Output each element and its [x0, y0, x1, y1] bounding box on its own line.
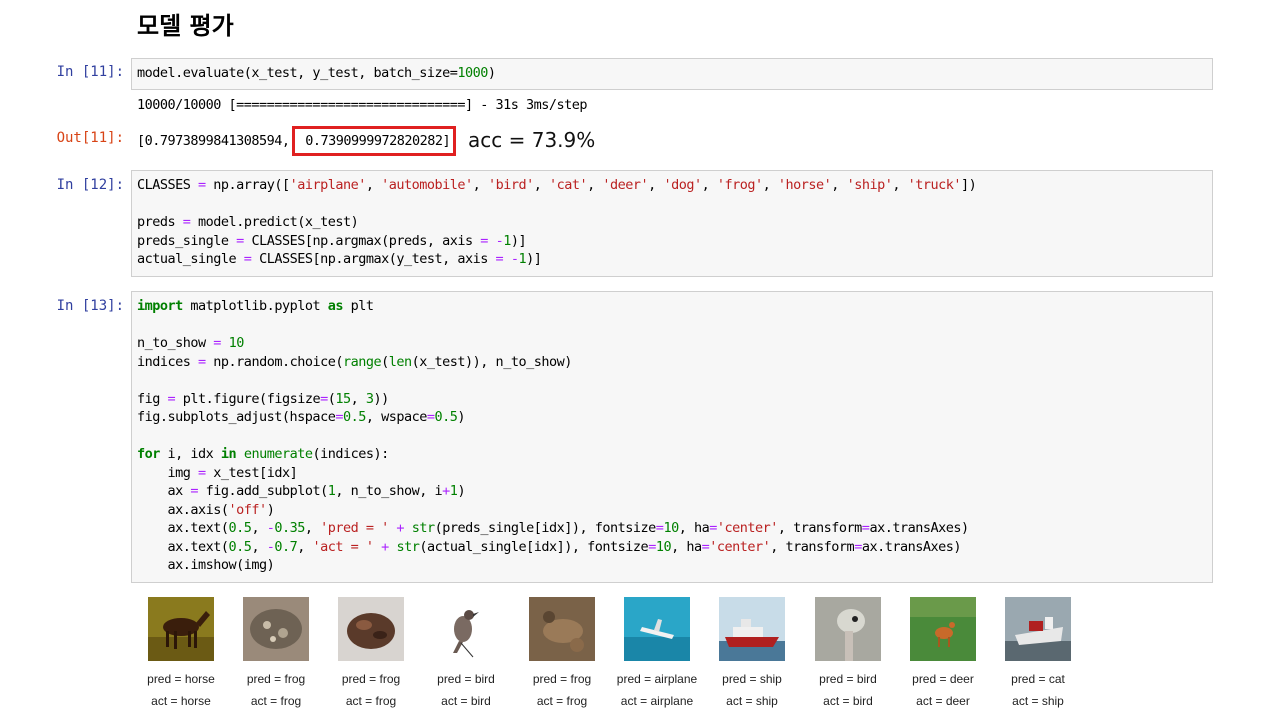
- cell-11-result: [0.7973899841308594, 0.7390999972820282]: [137, 126, 457, 156]
- thumbnail-7-act-label: act = ship: [726, 694, 778, 708]
- thumbnail-5-pred-label: pred = frog: [532, 672, 592, 686]
- cell-11-in-prompt: In [11]:: [56, 64, 124, 80]
- thumbnail-1-pred-label: pred = horse: [147, 672, 215, 686]
- thumbnail-8-pred-label: pred = bird: [819, 672, 877, 686]
- thumbnail-10-pred-label: pred = cat: [1011, 672, 1065, 686]
- thumbnail-2-pred-label: pred = frog: [246, 672, 306, 686]
- thumbnail-9-pred-label: pred = deer: [912, 672, 974, 686]
- thumbnail-3-pred-label: pred = frog: [341, 672, 401, 686]
- accuracy-highlight-box: 0.7390999972820282]: [291, 126, 457, 156]
- thumbnail-7-image: [719, 597, 785, 661]
- thumbnail-5-act-label: act = frog: [536, 694, 588, 708]
- code-cell-11-source: model.evaluate(x_test, y_test, batch_siz…: [137, 65, 496, 81]
- thumbnail-4-act-label: act = bird: [441, 694, 491, 708]
- cell-12-in-prompt: In [12]:: [56, 177, 124, 193]
- section-heading: 모델 평가: [137, 12, 234, 40]
- cell-13-in-prompt: In [13]:: [56, 298, 124, 314]
- cell-11-stream-output: 10000/10000 [===========================…: [137, 97, 588, 113]
- thumbnail-2-act-label: act = frog: [250, 694, 302, 708]
- code-cell-13-source: import matplotlib.pyplot as plt n_to_sho…: [137, 298, 969, 573]
- thumbnail-4-image: [433, 597, 499, 661]
- thumbnail-3-act-label: act = frog: [345, 694, 397, 708]
- accuracy-annotation: acc = 73.9%: [468, 128, 596, 152]
- code-cell-13[interactable]: import matplotlib.pyplot as plt n_to_sho…: [131, 291, 1213, 583]
- thumbnail-5-image: [529, 597, 595, 661]
- thumbnail-6-pred-label: pred = airplane: [616, 672, 698, 686]
- thumbnail-10-act-label: act = ship: [1012, 694, 1064, 708]
- thumbnail-7-pred-label: pred = ship: [722, 672, 782, 686]
- thumbnail-6-image: [624, 597, 690, 661]
- thumbnail-4-pred-label: pred = bird: [437, 672, 495, 686]
- thumbnail-9-image: [910, 597, 976, 661]
- thumbnail-3-image: [338, 597, 404, 661]
- cell-11-out-prompt: Out[11]:: [56, 130, 124, 146]
- thumbnail-8-act-label: act = bird: [823, 694, 873, 708]
- thumbnail-1-image: [148, 597, 214, 661]
- thumbnail-10-image: [1005, 597, 1071, 661]
- code-cell-12-source: CLASSES = np.array(['airplane', 'automob…: [137, 177, 977, 267]
- loss-value: [0.7973899841308594,: [137, 133, 290, 149]
- code-cell-12[interactable]: CLASSES = np.array(['airplane', 'automob…: [131, 170, 1213, 277]
- accuracy-value: 0.7390999972820282]: [297, 133, 451, 149]
- thumbnail-2-image: [243, 597, 309, 661]
- thumbnail-1-act-label: act = horse: [151, 694, 211, 708]
- thumbnail-9-act-label: act = deer: [916, 694, 970, 708]
- thumbnail-6-act-label: act = airplane: [620, 694, 694, 708]
- thumbnail-8-image: [815, 597, 881, 661]
- code-cell-11[interactable]: model.evaluate(x_test, y_test, batch_siz…: [131, 58, 1213, 90]
